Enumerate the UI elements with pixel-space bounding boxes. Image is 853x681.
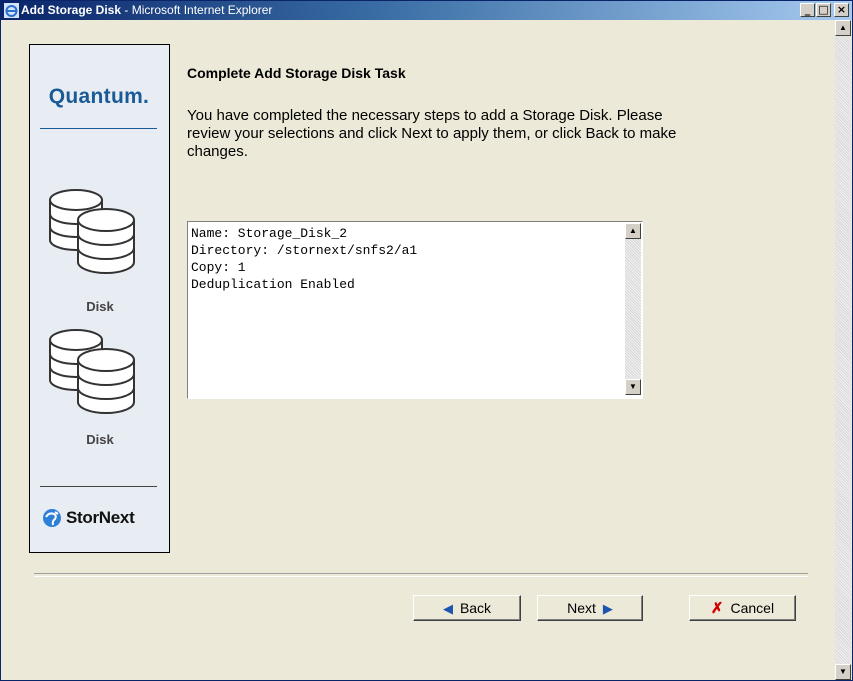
- disk-stack-icon: [49, 189, 135, 274]
- summary-text: Name: Storage_Disk_2 Directory: /stornex…: [191, 226, 418, 292]
- title-bar[interactable]: Add Storage Disk - Microsoft Internet Ex…: [1, 1, 852, 20]
- logo-divider: [40, 128, 157, 129]
- close-button[interactable]: ×: [834, 3, 849, 17]
- internet-explorer-icon: [4, 3, 19, 18]
- back-arrow-icon: ◀: [442, 600, 453, 616]
- minimize-button[interactable]: _: [800, 3, 815, 17]
- disk-stack-icon: [49, 329, 135, 414]
- window-title: Add Storage Disk - Microsoft Internet Ex…: [21, 3, 272, 17]
- stornext-brand-text: StorNext: [66, 508, 135, 527]
- maximize-button[interactable]: □: [816, 3, 831, 17]
- page-title: Complete Add Storage Disk Task: [187, 65, 406, 81]
- summary-scroll-up-icon[interactable]: ▲: [625, 223, 641, 239]
- disk-label-2: Disk: [86, 432, 114, 447]
- cancel-button[interactable]: ✗ Cancel: [689, 595, 796, 621]
- cancel-button-label: Cancel: [730, 600, 775, 616]
- next-arrow-icon: ▶: [602, 600, 613, 616]
- disk-label-1: Disk: [86, 299, 114, 314]
- next-button[interactable]: Next ▶: [537, 595, 643, 621]
- stornext-globe-icon: [43, 509, 61, 527]
- stornext-logo: StorNext: [42, 508, 135, 528]
- cancel-x-icon: ✗: [710, 600, 724, 617]
- quantum-logo: Quantum.: [48, 85, 150, 108]
- browser-window: Add Storage Disk - Microsoft Internet Ex…: [0, 0, 853, 681]
- brand-divider: [40, 486, 157, 487]
- page-scrollbar[interactable]: ▲ ▼: [835, 20, 851, 680]
- back-button-label: Back: [459, 600, 492, 616]
- page-description: You have completed the necessary steps t…: [187, 107, 677, 160]
- back-button[interactable]: ◀ Back: [413, 595, 521, 621]
- button-divider: [34, 573, 808, 577]
- summary-textarea[interactable]: Name: Storage_Disk_2 Directory: /stornex…: [187, 221, 643, 399]
- scroll-down-arrow-icon[interactable]: ▼: [835, 664, 851, 680]
- window-title-app: - Microsoft Internet Explorer: [121, 3, 273, 17]
- scroll-up-arrow-icon[interactable]: ▲: [835, 20, 851, 36]
- window-controls: _ □ ×: [800, 3, 849, 17]
- window-title-page: Add Storage Disk: [21, 3, 122, 17]
- wizard-sidebar: Quantum. Disk Disk StorNext: [29, 44, 170, 553]
- summary-scroll-down-icon[interactable]: ▼: [625, 379, 641, 395]
- summary-scrollbar[interactable]: ▲ ▼: [625, 223, 641, 395]
- next-button-label: Next: [567, 600, 596, 616]
